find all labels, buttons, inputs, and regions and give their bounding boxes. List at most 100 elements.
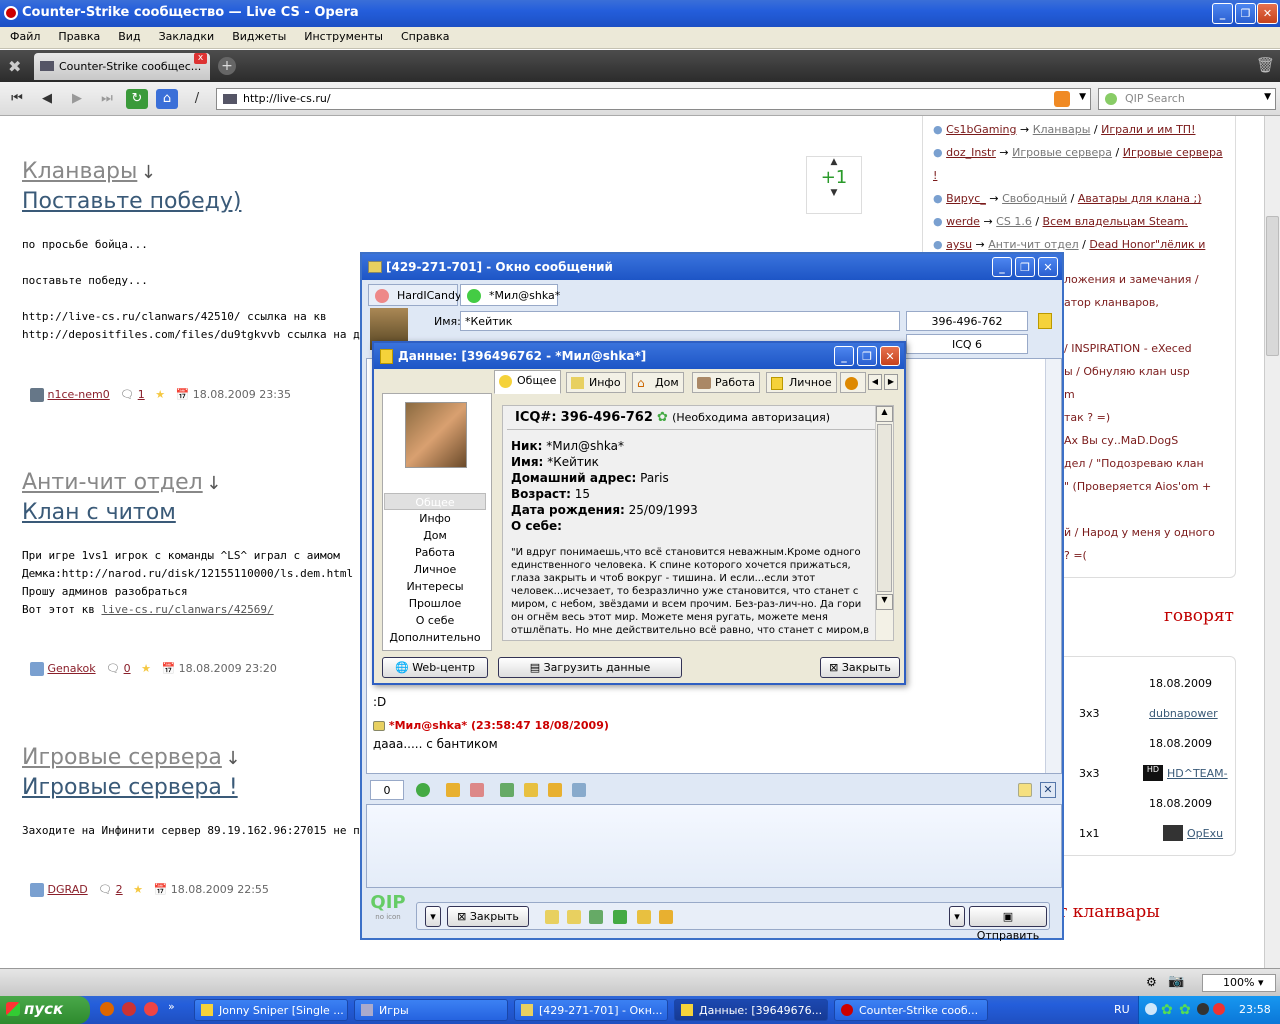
menu-view[interactable]: Вид xyxy=(108,27,148,43)
toolbar-icon[interactable] xyxy=(659,910,673,924)
maximize-button[interactable]: ❐ xyxy=(1235,3,1256,24)
minimize-button[interactable]: _ xyxy=(834,346,854,366)
tab-scroll-right-icon[interactable]: ▶ xyxy=(884,374,898,390)
feed-user[interactable]: doz_Instr xyxy=(946,146,996,159)
info-scrollbar[interactable]: ▲ ▼ xyxy=(875,406,893,640)
tray-steam-icon[interactable] xyxy=(1197,1003,1209,1015)
tab-scroll-left-icon[interactable]: ◀ xyxy=(868,374,882,390)
tab-home[interactable]: ⌂ Дом xyxy=(632,372,684,393)
tray-qip-icon[interactable]: ✿ xyxy=(1161,1002,1173,1018)
author-link[interactable]: Genakok xyxy=(48,662,96,675)
comments-count[interactable]: 1 xyxy=(138,388,145,401)
toolbar-icon[interactable] xyxy=(613,910,627,924)
comments-count[interactable]: 0 xyxy=(124,662,131,675)
category-personal[interactable]: Личное xyxy=(384,561,486,578)
menu-edit[interactable]: Правка xyxy=(48,27,108,43)
tray-icq-icon[interactable]: ✿ xyxy=(1179,1002,1191,1018)
language-indicator[interactable]: RU xyxy=(1114,1003,1130,1016)
tab-personal[interactable]: Личное xyxy=(766,372,837,393)
author-link[interactable]: DGRAD xyxy=(48,883,88,896)
font-icon[interactable] xyxy=(446,783,460,797)
toolbar-icon[interactable] xyxy=(637,910,651,924)
taskbar-item[interactable]: [429-271-701] - Окн... xyxy=(514,999,668,1021)
feed-partial-line[interactable]: ложения и замечания / xyxy=(1064,268,1215,291)
rewind-icon[interactable]: ⏮ xyxy=(6,89,28,109)
feed-topic[interactable]: Всем владельцам Steam. xyxy=(1043,215,1188,228)
tab-interests[interactable] xyxy=(840,372,866,393)
post-title-link[interactable]: Клан с читом xyxy=(22,500,221,525)
match-team-link[interactable]: HD^TEAM- xyxy=(1167,767,1228,780)
menu-widgets[interactable]: Виджеты xyxy=(222,27,294,43)
close-button[interactable]: ✕ xyxy=(1257,3,1278,24)
toolbar-icon[interactable] xyxy=(567,910,581,924)
quote-icon[interactable] xyxy=(524,783,538,797)
category-work[interactable]: Работа xyxy=(384,544,486,561)
translit-icon[interactable] xyxy=(470,783,484,797)
menu-bookmarks[interactable]: Закладки xyxy=(149,27,223,43)
tab-work[interactable]: Работа xyxy=(692,372,761,393)
quicklaunch-icon[interactable] xyxy=(100,1002,114,1016)
category-past[interactable]: Прошлое xyxy=(384,595,486,612)
comments-count[interactable]: 2 xyxy=(116,883,123,896)
menu-dropdown-button[interactable]: ▾ xyxy=(425,906,441,927)
zoom-control[interactable]: 100% ▾ xyxy=(1202,974,1276,992)
feed-user[interactable]: Cs1bGaming xyxy=(946,123,1016,136)
close-tab-icon[interactable]: x xyxy=(194,53,207,64)
category-about[interactable]: О себе xyxy=(384,612,486,629)
minimize-button[interactable]: _ xyxy=(992,257,1012,277)
smiley-icon[interactable] xyxy=(416,783,430,797)
hotkey-icon[interactable] xyxy=(548,783,562,797)
menu-file[interactable]: Файл xyxy=(0,27,48,43)
feed-category[interactable]: CS 1.6 xyxy=(996,215,1032,228)
feed-partial-line[interactable]: " (Проверяется Aios'om + xyxy=(1064,475,1215,498)
star-icon[interactable]: ★ xyxy=(133,883,143,896)
minimize-button[interactable]: _ xyxy=(1212,3,1233,24)
menu-help[interactable]: Справка xyxy=(391,27,457,43)
feed-partial-line[interactable]: / INSPIRATION - eXeced xyxy=(1064,337,1215,360)
feed-partial-line[interactable]: ы / Обнуляю клан usp xyxy=(1064,360,1215,383)
close-data-button[interactable]: ⊠ Закрыть xyxy=(820,657,900,678)
forward-icon[interactable]: ▶ xyxy=(66,89,88,109)
post-category-link[interactable]: Игровые сервера xyxy=(22,745,222,770)
category-interests[interactable]: Интересы xyxy=(384,578,486,595)
match-team-link[interactable]: OpExu xyxy=(1187,827,1223,840)
capture-icon[interactable] xyxy=(572,783,586,797)
send-options-button[interactable]: ▾ xyxy=(949,906,965,927)
post-title-link[interactable]: Игровые сервера ! xyxy=(22,775,240,800)
maximize-button[interactable]: ❐ xyxy=(1015,257,1035,277)
trash-icon[interactable]: 🗑 xyxy=(1256,56,1275,74)
tray-opera-icon[interactable] xyxy=(1213,1003,1225,1015)
feed-topic[interactable]: Играли и им ТП! xyxy=(1101,123,1195,136)
chat-tab-hardlcandy[interactable]: HardICandy xyxy=(368,284,461,306)
start-button[interactable]: пуск xyxy=(0,996,90,1024)
maximize-button[interactable]: ❐ xyxy=(857,346,877,366)
send-button[interactable]: ▣ Отправить xyxy=(969,906,1047,942)
tab-live-cs[interactable]: Counter-Strike сообщес... x xyxy=(34,53,210,80)
vote-down-icon[interactable]: ▼ xyxy=(807,188,861,198)
taskbar-item[interactable]: Counter-Strike сооб... xyxy=(834,999,988,1021)
feed-category[interactable]: Кланвары xyxy=(1033,123,1091,136)
feed-user[interactable]: Вирус_ xyxy=(946,192,986,205)
taskbar-item[interactable]: Jonny Sniper [Single ... xyxy=(194,999,348,1021)
taskbar-item[interactable]: Игры xyxy=(354,999,508,1021)
feed-partial-line[interactable]: m xyxy=(1064,383,1215,406)
rss-icon[interactable] xyxy=(1054,91,1070,107)
panels-icon[interactable]: ⚙ xyxy=(1146,975,1157,989)
menu-tools[interactable]: Инструменты xyxy=(294,27,391,43)
tab-general[interactable]: Общее xyxy=(494,370,562,394)
feed-partial-line[interactable]: так ? =) xyxy=(1064,406,1215,429)
star-icon[interactable]: ★ xyxy=(141,662,151,675)
chevron-down-icon[interactable]: ▼ xyxy=(1264,92,1271,102)
history-scrollbar[interactable] xyxy=(1045,359,1061,773)
reload-icon[interactable]: ↻ xyxy=(126,89,148,109)
star-icon[interactable]: ★ xyxy=(155,388,165,401)
home-icon[interactable]: ⌂ xyxy=(156,89,178,109)
feed-partial-line[interactable]: дел / "Подозреваю клан xyxy=(1064,452,1215,475)
post-title-link[interactable]: Поставьте победу) xyxy=(22,189,241,214)
feed-category[interactable]: Игровые сервера xyxy=(1012,146,1112,159)
vote-up-icon[interactable]: ▲ xyxy=(807,157,861,167)
quicklaunch-more-icon[interactable]: » xyxy=(168,1000,175,1013)
info-icon[interactable] xyxy=(1038,313,1052,329)
wand-icon[interactable]: / xyxy=(186,89,208,109)
scroll-down-icon[interactable]: ▼ xyxy=(876,594,893,610)
